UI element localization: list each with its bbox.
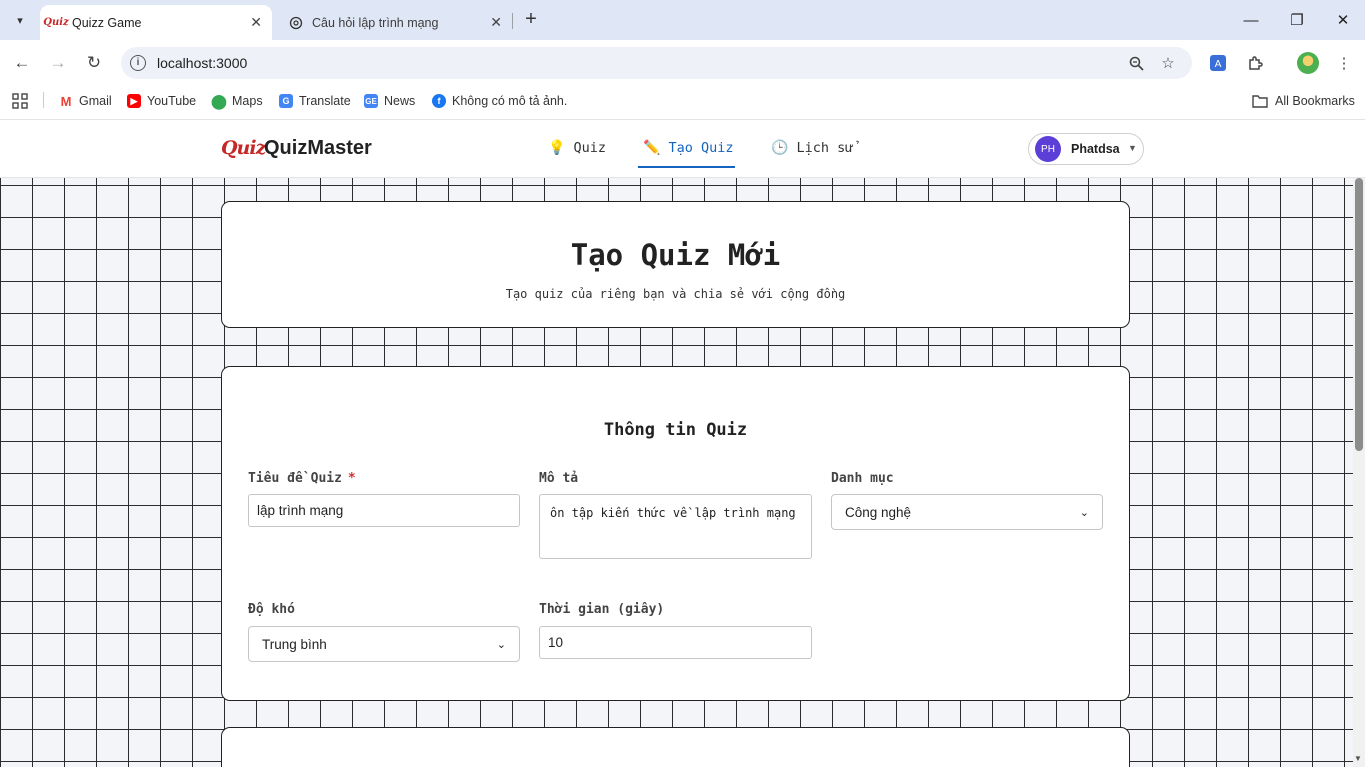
maps-icon: ⬤ xyxy=(211,92,227,109)
new-tab-button[interactable]: + xyxy=(520,8,542,32)
bookmark-maps[interactable]: ⬤ Maps xyxy=(211,92,263,110)
site-info-icon[interactable]: i xyxy=(130,55,146,71)
profile-avatar[interactable] xyxy=(1297,52,1319,74)
folder-icon xyxy=(1252,94,1268,108)
bookmark-label: Gmail xyxy=(79,94,112,108)
tab-title: Câu hỏi lập trình mạng xyxy=(312,15,439,30)
tab-network-programming[interactable]: Câu hỏi lập trình mạng ✕ xyxy=(280,5,512,40)
close-window-button[interactable]: ✕ xyxy=(1320,0,1365,40)
close-icon[interactable]: ✕ xyxy=(490,14,502,31)
nav-create-quiz[interactable]: ✏️ Tạo Quiz xyxy=(638,140,735,168)
quiz-title-label: Tiêu đề Quiz * xyxy=(248,471,356,486)
pencil-icon: ✏️ xyxy=(643,140,661,156)
quizz-favicon: Quiz xyxy=(43,17,69,28)
bookmark-label: Maps xyxy=(232,94,263,108)
lightbulb-icon: 💡 xyxy=(548,140,566,156)
tab-search-button[interactable]: ▾ xyxy=(8,8,32,32)
nav-history[interactable]: 🕒 Lịch sử xyxy=(771,140,853,168)
tab-divider xyxy=(512,13,513,29)
time-input[interactable]: 10 xyxy=(539,626,812,659)
star-icon[interactable]: ☆ xyxy=(1157,52,1179,74)
quiz-title-input[interactable]: lập trình mạng xyxy=(248,494,520,527)
description-textarea[interactable]: ôn tập kiến thức về lập trình mạng xyxy=(539,494,812,559)
time-label: Thời gian (giây) xyxy=(539,602,665,617)
more-menu-icon[interactable]: ⋮ xyxy=(1332,51,1356,75)
page-subtitle: Tạo quiz của riêng bạn và chia sẻ với cộ… xyxy=(505,287,846,301)
category-label: Danh mục xyxy=(831,471,894,486)
difficulty-value: Trung bình xyxy=(262,636,327,652)
all-bookmarks-button[interactable]: All Bookmarks xyxy=(1252,92,1355,110)
brand-name[interactable]: QuizMaster xyxy=(264,137,372,160)
translate-icon: G xyxy=(279,94,293,108)
apps-icon[interactable] xyxy=(12,92,28,110)
difficulty-label: Độ khó xyxy=(248,602,295,617)
chevron-down-icon: ▾ xyxy=(17,14,23,27)
scrollbar-thumb[interactable] xyxy=(1355,178,1363,451)
required-mark: * xyxy=(347,471,356,486)
bookmark-divider xyxy=(43,92,44,108)
arrow-left-icon: ← xyxy=(13,53,31,72)
bookmark-label: News xyxy=(384,94,416,108)
label-text: Tiêu đề Quiz xyxy=(248,471,342,486)
scroll-down-arrow-icon[interactable]: ▼ xyxy=(1354,754,1362,763)
close-icon[interactable]: ✕ xyxy=(250,14,262,31)
translate-extension-icon[interactable]: A xyxy=(1206,51,1230,75)
address-url[interactable]: localhost:3000 xyxy=(157,55,247,71)
section-title: Thông tin Quiz xyxy=(603,420,748,440)
bookmarks-bar xyxy=(0,86,1365,120)
reload-button[interactable]: ↻ xyxy=(82,51,106,75)
logo-icon[interactable]: Quiz xyxy=(221,137,266,159)
tab-title: Quizz Game xyxy=(72,15,142,30)
chevron-down-icon: ⌄ xyxy=(496,638,506,651)
chevron-down-icon: ⌄ xyxy=(1079,506,1089,519)
back-button[interactable]: ← xyxy=(10,51,34,75)
bookmark-label: Không có mô tả ảnh. xyxy=(452,94,568,108)
bookmark-label: Translate xyxy=(299,94,351,108)
youtube-icon: ▶ xyxy=(127,94,141,108)
category-value: Công nghệ xyxy=(845,504,912,520)
bookmark-translate[interactable]: G Translate xyxy=(279,92,351,110)
description-label: Mô tả xyxy=(539,471,579,486)
nav-label: Tạo Quiz xyxy=(668,140,734,156)
avatar[interactable]: PH xyxy=(1035,136,1061,162)
bookmark-gmail[interactable]: M Gmail xyxy=(59,92,112,110)
category-select[interactable]: Công nghệ ⌄ xyxy=(831,494,1103,530)
minimize-button[interactable]: — xyxy=(1228,0,1274,40)
forward-button[interactable]: → xyxy=(46,51,70,75)
bookmark-label: YouTube xyxy=(147,94,197,108)
news-icon: GE xyxy=(364,94,378,108)
reload-icon: ↻ xyxy=(86,53,102,72)
questions-card xyxy=(221,727,1130,767)
bookmark-facebook[interactable]: f Không có mô tả ảnh. xyxy=(432,92,567,110)
nav-label: Quiz xyxy=(573,140,606,156)
zoom-icon[interactable] xyxy=(1125,52,1147,74)
nav-label: Lịch sử xyxy=(796,140,854,156)
page-title: Tạo Quiz Mới xyxy=(570,238,781,272)
clock-icon: 🕒 xyxy=(771,140,789,156)
difficulty-select[interactable]: Trung bình ⌄ xyxy=(248,626,520,662)
openai-icon xyxy=(288,15,304,31)
restore-button[interactable]: ❐ xyxy=(1274,0,1320,40)
bookmark-youtube[interactable]: ▶ YouTube xyxy=(127,92,196,110)
facebook-icon: f xyxy=(432,94,446,108)
extensions-icon[interactable] xyxy=(1243,51,1267,75)
nav-quiz[interactable]: 💡 Quiz xyxy=(548,140,606,168)
arrow-right-icon: → xyxy=(49,53,67,72)
address-bar[interactable] xyxy=(121,47,1192,79)
all-bookmarks-label: All Bookmarks xyxy=(1275,94,1355,108)
bookmark-news[interactable]: GE News xyxy=(364,92,415,110)
gmail-icon: M xyxy=(59,93,73,109)
caret-down-icon[interactable]: ▼ xyxy=(1128,143,1137,153)
user-name[interactable]: Phatdsa xyxy=(1071,142,1120,156)
tab-quizz-game[interactable]: Quiz Quizz Game ✕ xyxy=(40,5,272,40)
svg-text:A: A xyxy=(1215,59,1222,70)
